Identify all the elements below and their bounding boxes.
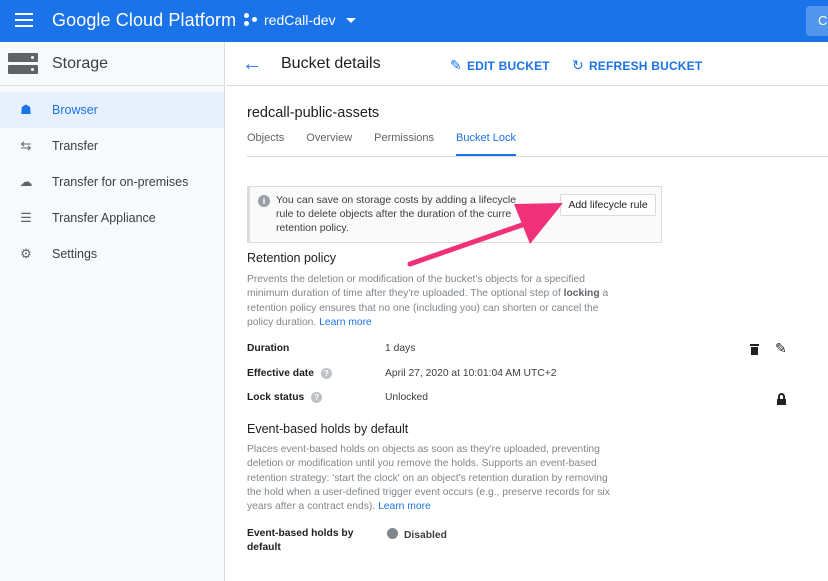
project-selector[interactable]: redCall-dev — [244, 12, 356, 28]
bucket-name: redcall-public-assets — [247, 105, 380, 121]
transfer-arrows-icon: ⇆ — [20, 138, 32, 153]
tab-permissions[interactable]: Permissions — [374, 132, 434, 156]
back-arrow-icon[interactable]: ← — [242, 53, 262, 76]
refresh-bucket-button[interactable]: ↻ REFRESH BUCKET — [572, 57, 702, 74]
lock-icon[interactable] — [777, 393, 786, 405]
event-holds-description: Places event-based holds on objects as s… — [247, 444, 610, 513]
sidebar-item-label: Transfer for on-premises — [52, 175, 189, 189]
sidebar-item-label: Transfer Appliance — [52, 211, 156, 225]
help-icon[interactable]: ? — [311, 392, 323, 403]
sidebar-item-label: Browser — [52, 103, 98, 117]
edit-policy-icon[interactable]: ✎ — [775, 340, 787, 357]
retention-policy-title: Retention policy — [247, 251, 336, 265]
event-holds-status: Disabled — [387, 528, 447, 541]
lock-status-label: Lock status ? — [247, 392, 323, 403]
sidebar-item-transfer-on-premises[interactable]: ☁ Transfer for on-premises — [0, 164, 224, 200]
event-holds-status-value: Disabled — [404, 530, 447, 541]
effective-date-label: Effective date ? — [247, 368, 332, 379]
project-nodes-icon — [244, 13, 258, 27]
top-app-bar: Google Cloud Platform redCall-dev C — [0, 0, 828, 42]
retention-policy-description: Prevents the deletion or modification of… — [247, 274, 609, 328]
duration-label: Duration — [247, 343, 290, 354]
sidebar-item-label: Transfer — [52, 139, 99, 153]
sidebar-item-settings[interactable]: ⚙ Settings — [0, 236, 224, 272]
main-content: ← Bucket details ✎ EDIT BUCKET ↻ REFRESH… — [226, 42, 828, 581]
refresh-icon: ↻ — [572, 57, 584, 73]
duration-value: 1 days — [385, 343, 416, 354]
sidebar-header: Storage — [0, 42, 224, 86]
notice-text: You can save on storage costs by adding … — [276, 194, 517, 234]
lock-status-value: Unlocked — [385, 392, 428, 403]
pencil-icon: ✎ — [450, 57, 462, 73]
tabs-divider — [247, 156, 828, 157]
gear-icon: ⚙ — [20, 246, 32, 261]
sidebar-item-label: Settings — [52, 247, 98, 261]
appliance-list-icon: ☰ — [20, 210, 32, 225]
refresh-bucket-label: REFRESH BUCKET — [588, 58, 703, 73]
storage-icon — [8, 52, 38, 75]
sidebar-item-transfer[interactable]: ⇆ Transfer — [0, 128, 224, 164]
add-lifecycle-rule-button[interactable]: Add lifecycle rule — [560, 194, 656, 216]
search-stub-text: C — [818, 13, 828, 28]
info-icon: i — [258, 195, 270, 207]
tab-overview[interactable]: Overview — [306, 132, 352, 156]
project-name: redCall-dev — [264, 12, 336, 28]
status-dot-icon — [387, 528, 398, 539]
tab-bucket-lock[interactable]: Bucket Lock — [456, 132, 516, 156]
edit-bucket-label: EDIT BUCKET — [466, 58, 550, 73]
bucket-tabs: Objects Overview Permissions Bucket Lock — [247, 132, 538, 156]
page-title: Bucket details — [281, 55, 381, 72]
tab-objects[interactable]: Objects — [247, 132, 284, 156]
lifecycle-notice: i You can save on storage costs by addin… — [247, 186, 662, 243]
sidebar-item-transfer-appliance[interactable]: ☰ Transfer Appliance — [0, 200, 224, 236]
edit-bucket-button[interactable]: ✎ EDIT BUCKET — [450, 57, 550, 74]
page-header: ← Bucket details ✎ EDIT BUCKET ↻ REFRESH… — [226, 42, 828, 86]
sidebar-item-browser[interactable]: ☗ Browser — [0, 92, 224, 128]
gcp-brand-title[interactable]: Google Cloud Platform — [52, 10, 236, 31]
chevron-down-icon — [345, 17, 356, 23]
event-holds-default-label: Event-based holds by default — [247, 528, 354, 553]
hamburger-menu-icon[interactable] — [15, 13, 33, 27]
help-icon[interactable]: ? — [320, 368, 332, 379]
bucket-icon: ☗ — [20, 102, 32, 117]
delete-policy-icon[interactable] — [750, 344, 759, 355]
event-holds-title: Event-based holds by default — [247, 422, 409, 436]
cloud-upload-icon: ☁ — [19, 174, 33, 189]
sidebar-title: Storage — [52, 54, 109, 72]
event-holds-learn-more-link[interactable]: Learn more — [378, 501, 431, 512]
effective-date-value: April 27, 2020 at 10:01:04 AM UTC+2 — [385, 368, 557, 379]
retention-learn-more-link[interactable]: Learn more — [319, 317, 372, 328]
sidebar: Storage ☗ Browser ⇆ Transfer ☁ Transfer … — [0, 42, 225, 581]
